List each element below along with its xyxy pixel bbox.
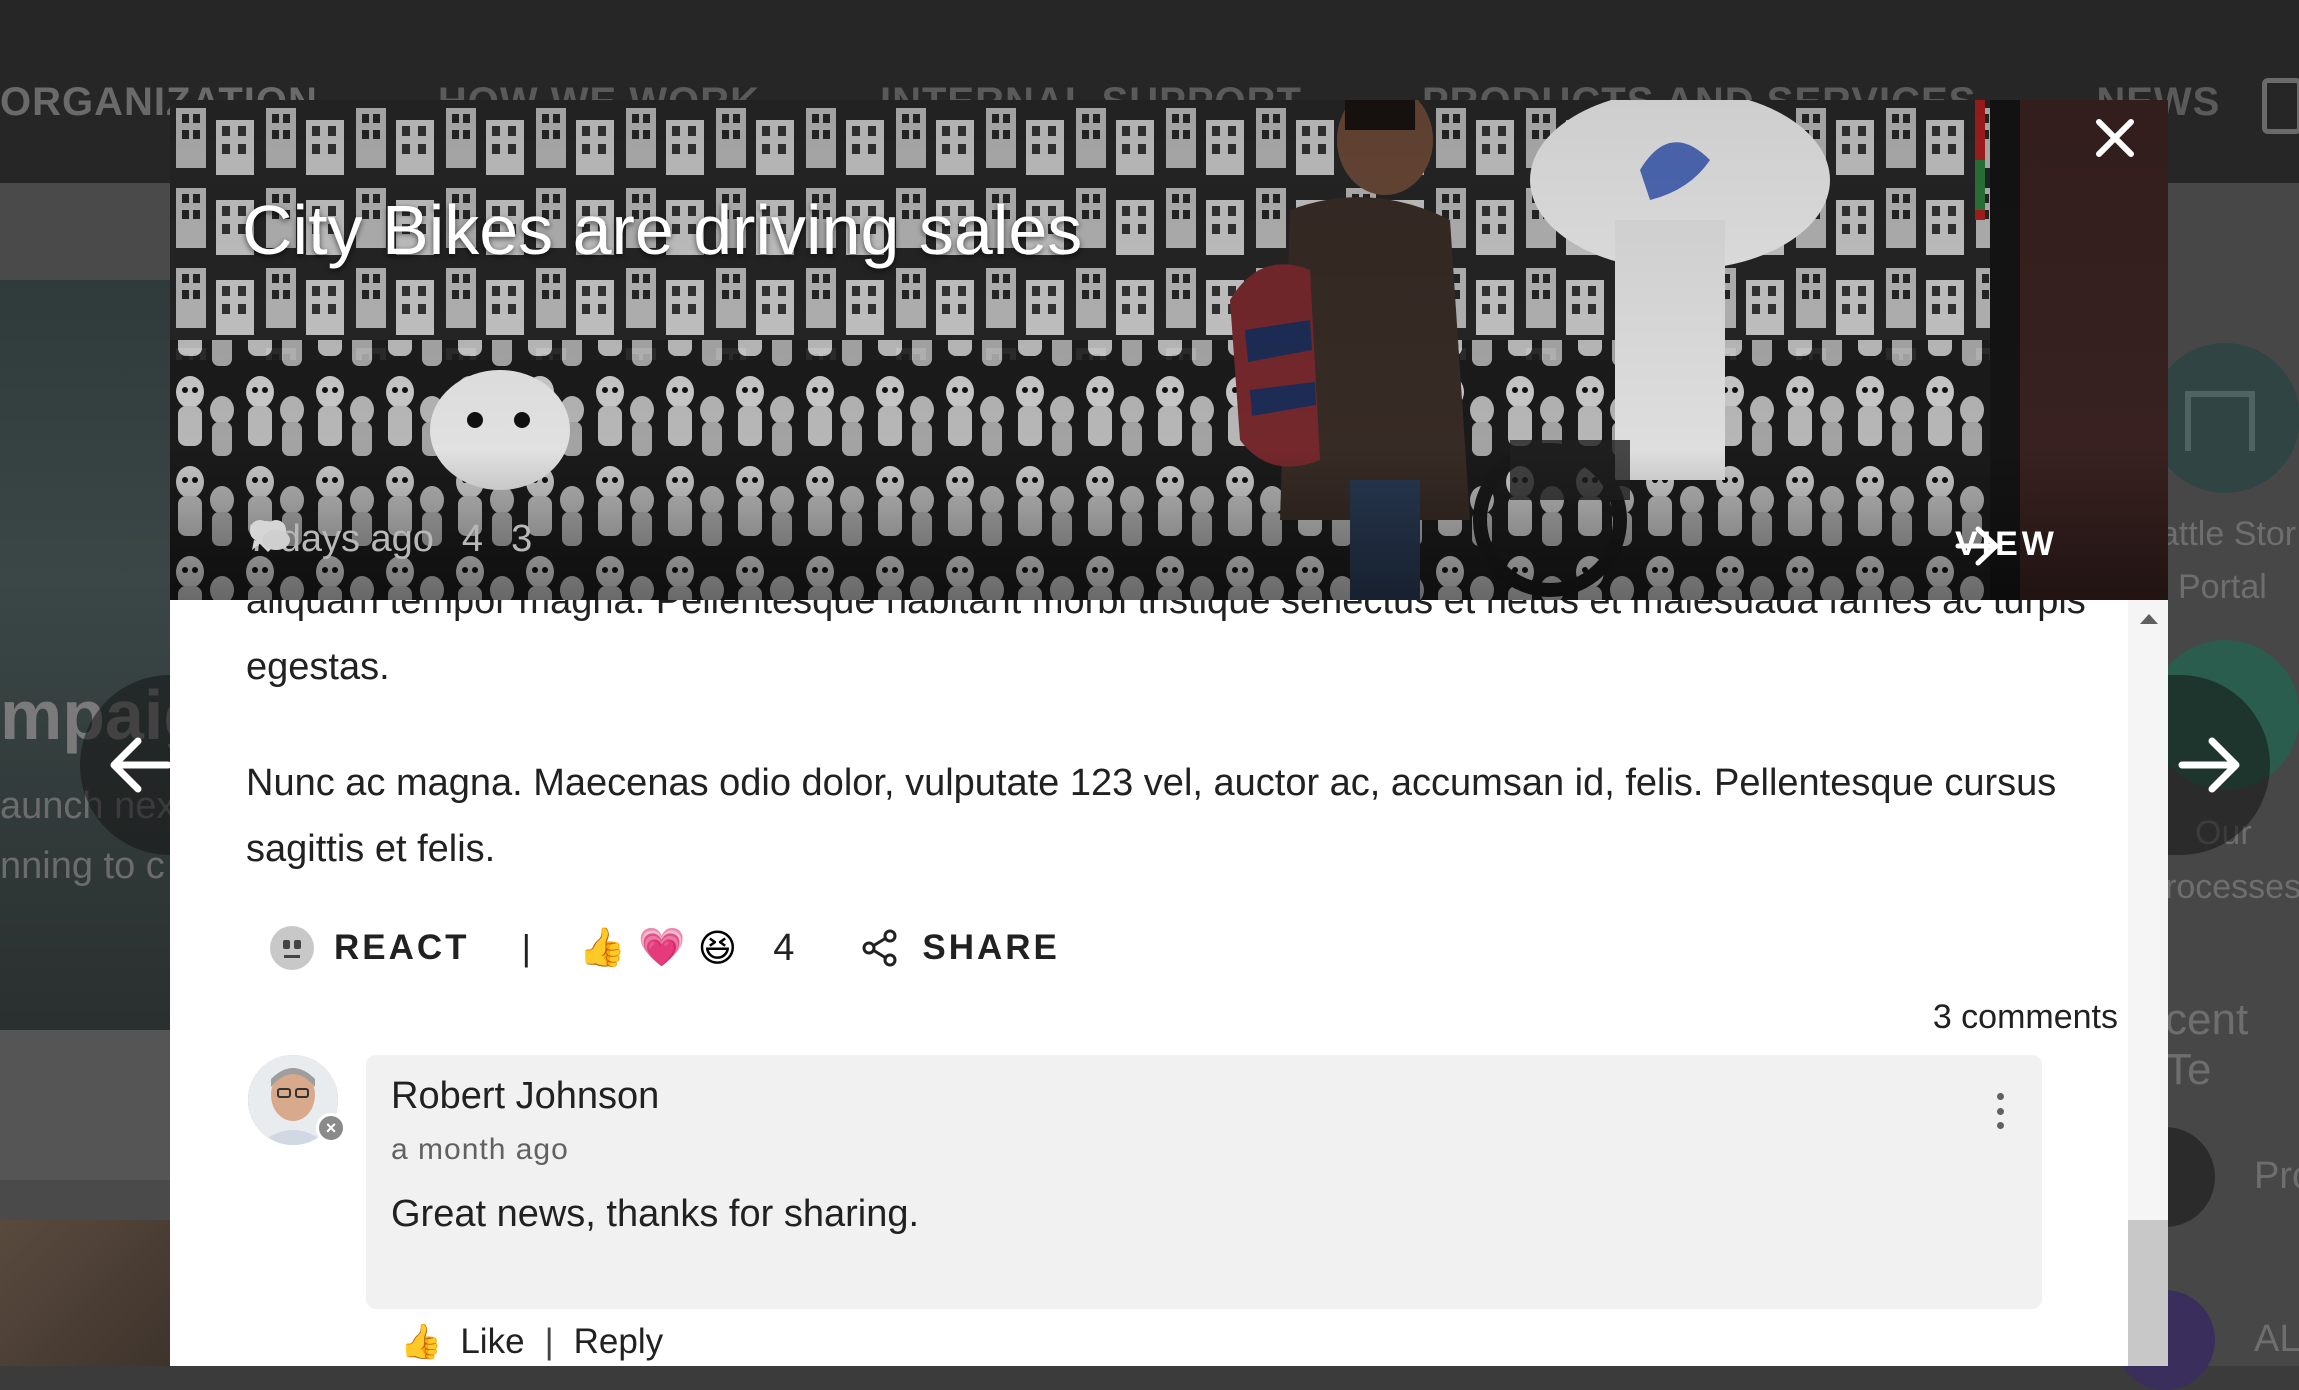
scrollbar[interactable] xyxy=(2128,600,2168,1366)
comments-count[interactable]: 3 comments xyxy=(228,998,2128,1037)
post-body[interactable]: aliquam tempor magna. Pellentesque habit… xyxy=(170,600,2128,1366)
thumbs-up-icon: 👍 xyxy=(400,1323,443,1361)
neutral-face-icon xyxy=(270,926,314,970)
reactions-summary[interactable]: 👍 💗 😆 4 xyxy=(579,926,860,971)
arrow-right-icon xyxy=(1955,526,1999,566)
share-button[interactable]: SHARE xyxy=(860,928,1060,968)
bg-quicklink-label: attle Stor xyxy=(2160,515,2297,553)
react-button[interactable]: REACT xyxy=(270,926,470,970)
reply-button[interactable]: Reply xyxy=(574,1322,663,1362)
view-button[interactable]: VIEW xyxy=(1955,525,2058,566)
bg-hero-subtitle: nning to c xyxy=(0,845,165,887)
bg-quicklink-icon xyxy=(2150,343,2299,493)
document-icon xyxy=(2262,78,2299,134)
more-vertical-icon[interactable] xyxy=(1994,1093,2006,1129)
post-meta: 7 days ago 4 3 xyxy=(248,518,532,561)
hero-image: City Bikes are driving sales 7 days ago … xyxy=(170,100,2168,600)
scrollbar-thumb[interactable] xyxy=(2128,1220,2168,1366)
react-label: REACT xyxy=(334,928,470,967)
bg-quicklink-label: Portal xyxy=(2178,568,2267,606)
reaction-count: 4 xyxy=(773,926,795,969)
presence-badge: × xyxy=(316,1113,346,1143)
arrow-right-icon xyxy=(2178,737,2240,793)
body-paragraph: aliquam tempor magna. Pellentesque habit… xyxy=(246,600,2086,688)
heart-icon: 💗 xyxy=(638,927,686,969)
background-thumbnail xyxy=(0,1220,170,1366)
body-paragraph: Nunc ac magna. Maecenas odio dolor, vulp… xyxy=(246,762,2057,870)
comment-actions-separator: | xyxy=(544,1322,554,1361)
comment-author[interactable]: Robert Johnson xyxy=(391,1075,659,1118)
bg-row-label: AL xyxy=(2254,1318,2299,1360)
like-button[interactable]: Like xyxy=(460,1322,524,1362)
share-label: SHARE xyxy=(922,928,1060,967)
arrow-left-icon xyxy=(110,737,172,793)
close-button[interactable] xyxy=(2095,118,2165,188)
bg-row-label: Pro xyxy=(2254,1155,2299,1197)
comments-count-meta: 3 xyxy=(511,518,533,560)
comment-card: Robert Johnson a month ago Great news, t… xyxy=(366,1055,2042,1309)
comment-time: a month ago xyxy=(391,1133,569,1166)
laughing-face-icon: 😆 xyxy=(697,927,738,970)
close-icon xyxy=(2096,119,2134,157)
comment-actions: 👍 Like | Reply xyxy=(400,1322,663,1362)
comment-text: Great news, thanks for sharing. xyxy=(391,1193,920,1235)
post-title: City Bikes are driving sales xyxy=(242,191,1083,269)
thumbs-up-icon: 👍 xyxy=(578,927,627,969)
share-icon xyxy=(862,929,897,967)
bg-quicklink-label: rocesses xyxy=(2165,868,2299,906)
likes-count: 4 xyxy=(461,518,484,560)
post-actions: REACT | 👍 💗 😆 4 SHARE xyxy=(270,918,1060,978)
bg-recent-heading: cent Te xyxy=(2165,995,2249,1094)
news-modal: City Bikes are driving sales 7 days ago … xyxy=(170,100,2168,1366)
actions-separator: | xyxy=(521,927,531,968)
scroll-up-icon[interactable] xyxy=(2140,614,2158,624)
